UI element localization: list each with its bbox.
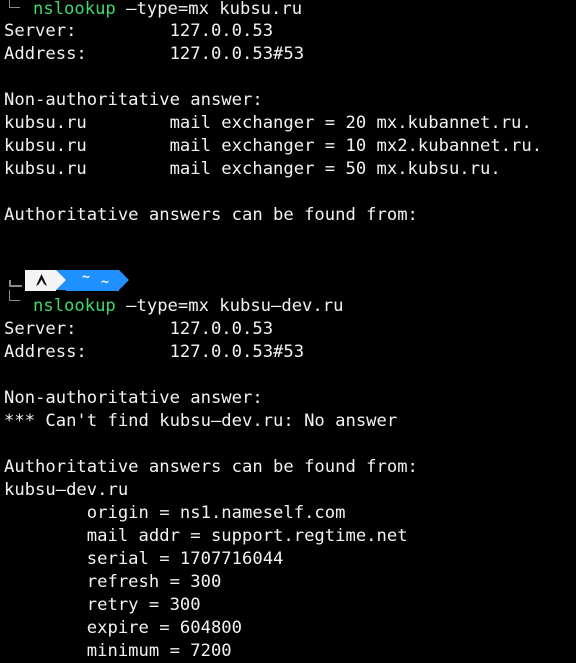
soa-record-line: expire = 604800	[4, 618, 242, 638]
command-args: –type=mx kubsu.ru	[115, 0, 303, 19]
prompt-connector	[9, 285, 22, 287]
segment-separator	[56, 270, 66, 290]
mx-record-line: kubsu.ru mail exchanger = 10 mx2.kubanne…	[4, 136, 543, 156]
mx-record-line: kubsu.ru mail exchanger = 20 mx.kubannet…	[4, 113, 532, 133]
auth-line: Authoritative answers can be found from:	[4, 205, 418, 225]
soa-record-line: refresh = 300	[4, 572, 222, 592]
server-line: Server: 127.0.0.53	[4, 21, 274, 41]
auth-line: Authoritative answers can be found from:	[4, 457, 418, 477]
error-line: *** Can't find kubsu–dev.ru: No answer	[4, 411, 398, 431]
prompt-connector	[9, 0, 20, 8]
home-dir-symbol: ~	[82, 270, 90, 285]
nonauth-line: Non-authoritative answer:	[4, 388, 263, 408]
command-line-2: nslookup –type=mx kubsu–dev.ru	[33, 295, 343, 318]
soa-record-line: retry = 300	[4, 595, 201, 615]
command-line-1: nslookup –type=mx kubsu.ru	[33, 0, 302, 21]
command-name: nslookup	[33, 0, 116, 19]
server-line: Server: 127.0.0.53	[4, 319, 274, 339]
address-line: Address: 127.0.0.53#53	[4, 44, 305, 64]
arch-linux-icon	[36, 274, 47, 286]
nonauth-line: Non-authoritative answer:	[4, 90, 263, 110]
mx-record-line: kubsu.ru mail exchanger = 50 mx.kubsu.ru…	[4, 159, 501, 179]
soa-record-line: origin = ns1.nameself.com	[4, 503, 346, 523]
home-dir-symbol: ~	[101, 275, 109, 290]
address-line: Address: 127.0.0.53#53	[4, 342, 305, 362]
soa-record-line: serial = 1707716044	[4, 549, 284, 569]
terminal-window[interactable]: nslookup –type=mx kubsu.ru Server: 127.0…	[0, 0, 576, 662]
os-segment	[25, 270, 56, 291]
command-name: nslookup	[33, 296, 116, 316]
directory-segment: ~ ~	[66, 270, 119, 291]
domain-line: kubsu–dev.ru	[4, 480, 129, 500]
soa-record-line: mail addr = support.regtime.net	[4, 526, 408, 546]
segment-separator	[119, 270, 129, 290]
prompt-connector	[9, 290, 20, 301]
command-args: –type=mx kubsu–dev.ru	[115, 296, 344, 316]
soa-record-line: minimum = 7200	[4, 641, 232, 661]
